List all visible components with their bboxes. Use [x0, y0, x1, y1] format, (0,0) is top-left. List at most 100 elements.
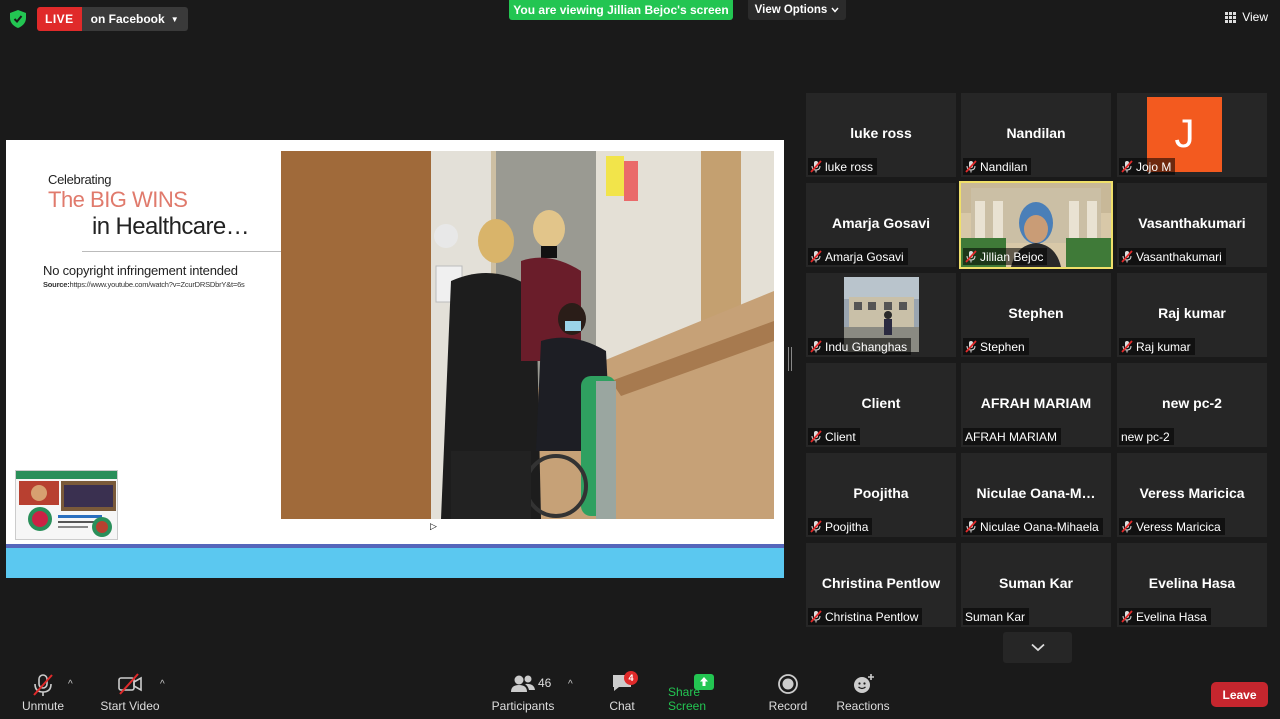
participant-tile[interactable]: Stephen Stephen — [961, 273, 1111, 357]
participant-tile[interactable]: Client Client — [806, 363, 956, 447]
participant-tile[interactable]: Suman Kar Suman Kar — [961, 543, 1111, 627]
participant-name-label: Client — [808, 428, 860, 445]
participant-display-name: Nandilan — [1006, 125, 1066, 141]
start-video-label: Start Video — [100, 699, 160, 713]
mic-muted-icon — [1121, 610, 1133, 623]
shared-video-frame — [281, 151, 774, 519]
participant-tile[interactable]: Christina Pentlow Christina Pentlow — [806, 543, 956, 627]
view-label: View — [1242, 10, 1268, 24]
view-options-button[interactable]: View Options — [748, 0, 846, 20]
participant-name-label: Vasanthakumari — [1119, 248, 1226, 265]
smiley-add-icon — [854, 674, 874, 693]
participants-count: 46 — [538, 676, 552, 690]
participant-name-text: new pc-2 — [1121, 429, 1170, 444]
start-video-button[interactable]: Start Video — [96, 663, 164, 719]
participant-tile[interactable]: Poojitha Poojitha — [806, 453, 956, 537]
participant-tile[interactable]: Evelina Hasa Evelina Hasa — [1117, 543, 1267, 627]
shared-screen: Celebrating The BIG WINS in Healthcare… … — [6, 140, 784, 578]
video-options-caret[interactable]: ^ — [160, 679, 165, 690]
chevron-down-icon — [831, 7, 839, 13]
participant-display-name: Client — [861, 395, 901, 411]
slide-bottom-band — [6, 548, 784, 578]
mic-muted-icon — [810, 250, 822, 263]
participant-name-label: Stephen — [963, 338, 1029, 355]
participant-name-text: Stephen — [980, 339, 1025, 354]
participant-name-text: luke ross — [825, 159, 874, 174]
participant-name-text: Suman Kar — [965, 609, 1026, 624]
slide-celebrating: Celebrating — [48, 172, 112, 187]
live-label: LIVE — [45, 12, 74, 26]
participant-tile[interactable]: AFRAH MARIAM AFRAH MARIAM — [961, 363, 1111, 447]
live-target-dropdown[interactable]: on Facebook ▼ — [81, 7, 188, 31]
mic-muted-icon — [810, 340, 822, 353]
mic-muted-icon — [1121, 340, 1133, 353]
gallery-scroll-down-button[interactable] — [1003, 632, 1072, 663]
viewing-screen-banner: You are viewing Jillian Bejoc's screen — [509, 0, 733, 20]
mic-muted-icon — [1121, 160, 1133, 173]
participant-name-label: luke ross — [808, 158, 878, 175]
participant-tile[interactable]: Raj kumar Raj kumar — [1117, 273, 1267, 357]
reactions-button[interactable]: Reactions — [836, 663, 890, 719]
chat-button[interactable]: 4 Chat — [602, 663, 642, 719]
participant-tile[interactable]: J Jojo M — [1117, 93, 1267, 177]
participant-name-label: AFRAH MARIAM — [963, 428, 1062, 445]
slide-source: Source:https://www.youtube.com/watch?v=Z… — [43, 280, 245, 289]
meeting-toolbar: Unmute ^ Start Video ^ 46 Participants ^ — [0, 663, 1280, 719]
record-button[interactable]: Record — [766, 663, 810, 719]
participant-name-label: Jillian Bejoc — [963, 248, 1048, 265]
slide-in-healthcare: in Healthcare… — [92, 213, 250, 240]
share-screen-icon — [694, 674, 714, 690]
participant-tile[interactable]: new pc-2 new pc-2 — [1117, 363, 1267, 447]
participant-tile[interactable]: luke ross luke ross — [806, 93, 956, 177]
participant-tile[interactable]: Nandilan Nandilan — [961, 93, 1111, 177]
share-screen-button[interactable]: Share Screen — [668, 663, 740, 719]
security-shield-icon[interactable] — [10, 10, 26, 28]
participant-name-text: Vasanthakumari — [1136, 249, 1222, 264]
record-label: Record — [768, 699, 808, 713]
participant-tile[interactable]: Veress Maricica Veress Maricica — [1117, 453, 1267, 537]
view-options-label: View Options — [754, 4, 828, 16]
participant-tile[interactable]: Indu Ghanghas — [806, 273, 956, 357]
video-camera-off-icon — [118, 673, 142, 695]
view-button[interactable]: View — [1225, 10, 1268, 24]
participant-name-text: Nandilan — [980, 159, 1028, 174]
participant-display-name: new pc-2 — [1162, 395, 1222, 411]
mic-muted-icon — [810, 160, 822, 173]
participant-name-text: Niculae Oana-Mihaela — [980, 519, 1099, 534]
participant-name-label: Indu Ghanghas — [808, 338, 912, 355]
participant-display-name: Vasanthakumari — [1138, 215, 1246, 231]
leave-button[interactable]: Leave — [1211, 682, 1268, 707]
participants-icon — [511, 675, 535, 692]
participant-name-label: Veress Maricica — [1119, 518, 1225, 535]
slide-copyright: No copyright infringement intended — [43, 263, 238, 278]
participant-name-text: Christina Pentlow — [825, 609, 919, 624]
participant-tile[interactable]: Jillian Bejoc — [959, 181, 1113, 269]
participant-name-label: Nandilan — [963, 158, 1032, 175]
zoom-meeting-window: LIVE on Facebook ▼ You are viewing Jilli… — [0, 0, 1280, 719]
caret-down-icon: ▼ — [170, 14, 179, 24]
participants-label: Participants — [491, 699, 555, 713]
participant-display-name: Christina Pentlow — [821, 575, 941, 591]
participant-name-text: Veress Maricica — [1136, 519, 1221, 534]
participant-display-name: Suman Kar — [999, 575, 1073, 591]
participant-name-label: Evelina Hasa — [1119, 608, 1211, 625]
participant-name-label: Niculae Oana-Mihaela — [963, 518, 1103, 535]
panel-splitter-handle[interactable] — [788, 347, 792, 371]
participant-name-text: Indu Ghanghas — [825, 339, 908, 354]
participant-tile[interactable]: Vasanthakumari Vasanthakumari — [1117, 183, 1267, 267]
mic-muted-icon — [810, 520, 822, 533]
participant-name-text: Amarja Gosavi — [825, 249, 904, 264]
participant-tile[interactable]: Amarja Gosavi Amarja Gosavi — [806, 183, 956, 267]
slide-text-area: Celebrating The BIG WINS in Healthcare… … — [6, 140, 282, 544]
participant-name-text: AFRAH MARIAM — [965, 429, 1058, 444]
unmute-button[interactable]: Unmute — [14, 663, 72, 719]
live-stream-indicator[interactable]: LIVE on Facebook ▼ — [37, 7, 188, 31]
participant-tile[interactable]: Niculae Oana-M… Niculae Oana-Mihaela — [961, 453, 1111, 537]
participant-name-text: Evelina Hasa — [1136, 609, 1207, 624]
audio-options-caret[interactable]: ^ — [68, 679, 73, 690]
participants-button[interactable]: 46 Participants — [490, 663, 556, 719]
participant-display-name: Raj kumar — [1158, 305, 1226, 321]
unmute-label: Unmute — [21, 699, 65, 713]
participants-options-caret[interactable]: ^ — [568, 679, 573, 690]
participant-name-text: Jojo M — [1136, 159, 1172, 174]
